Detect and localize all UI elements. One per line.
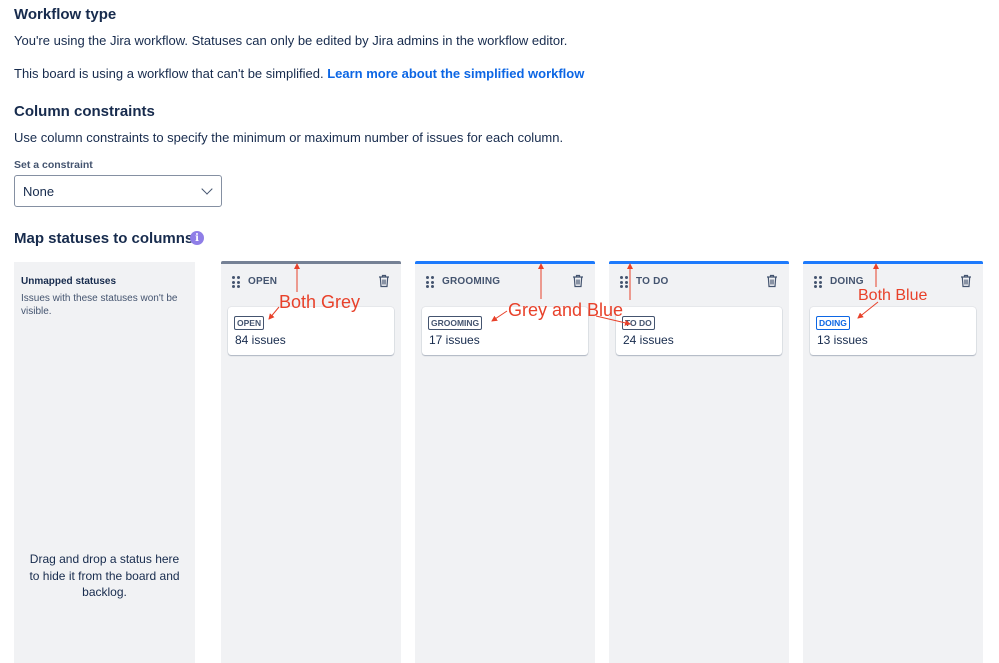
annotation-arrow-grooming-status	[491, 310, 508, 322]
annotation-both-blue: Both Blue	[858, 287, 928, 304]
annotation-arrows	[268, 263, 879, 326]
annotation-arrow-open-status	[268, 306, 280, 320]
annotation-both-grey: Both Grey	[279, 292, 361, 312]
annotation-grey-and-blue: Grey and Blue	[508, 300, 624, 320]
